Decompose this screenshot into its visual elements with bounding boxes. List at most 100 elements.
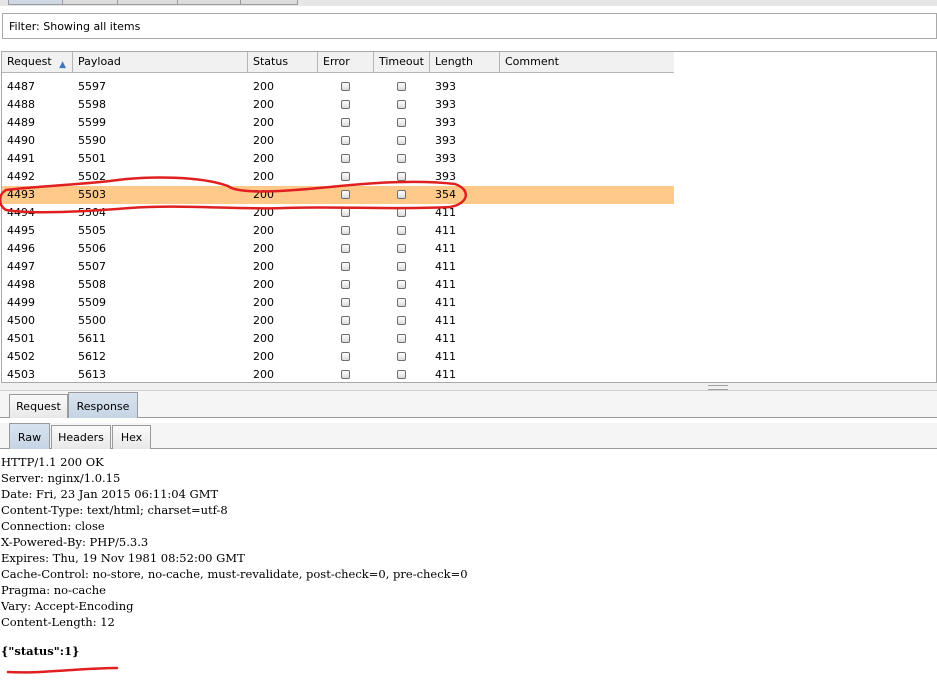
- error-checkbox[interactable]: [341, 370, 350, 379]
- timeout-checkbox[interactable]: [397, 208, 406, 217]
- cell-payload: 5613: [78, 368, 106, 381]
- cell-length: 411: [435, 368, 456, 381]
- response-line: Pragma: no-cache: [1, 583, 106, 597]
- error-checkbox[interactable]: [341, 316, 350, 325]
- timeout-checkbox[interactable]: [397, 100, 406, 109]
- table-row[interactable]: [2, 73, 674, 76]
- error-checkbox[interactable]: [341, 82, 350, 91]
- top-tab-4[interactable]: [177, 0, 241, 5]
- table-row[interactable]: 4492 5502 200 393: [2, 168, 674, 186]
- column-label: Timeout: [379, 55, 424, 68]
- tab-raw[interactable]: Raw: [9, 423, 50, 449]
- timeout-checkbox[interactable]: [397, 82, 406, 91]
- table-row[interactable]: 4503 5613 200 411: [2, 366, 674, 382]
- cell-request: 4489: [7, 116, 35, 129]
- tab-response[interactable]: Response: [68, 392, 138, 418]
- tab-hex[interactable]: Hex: [112, 425, 151, 449]
- error-checkbox[interactable]: [341, 298, 350, 307]
- column-header-status[interactable]: Status: [248, 52, 318, 72]
- table-row[interactable]: 4490 5590 200 393: [2, 132, 674, 150]
- timeout-checkbox[interactable]: [397, 298, 406, 307]
- table-row[interactable]: 4499 5509 200 411: [2, 294, 674, 312]
- timeout-checkbox[interactable]: [397, 172, 406, 181]
- table-row[interactable]: 4497 5507 200 411: [2, 258, 674, 276]
- table-row[interactable]: 4491 5501 200 393: [2, 150, 674, 168]
- tab-request[interactable]: Request: [9, 394, 68, 418]
- view-tabs: Raw Headers Hex: [0, 423, 937, 449]
- response-line: Connection: close: [1, 519, 105, 533]
- table-row[interactable]: 4487 5597 200 393: [2, 78, 674, 96]
- timeout-checkbox[interactable]: [397, 262, 406, 271]
- table-row-selected[interactable]: 4493 5503 200 354: [2, 186, 674, 204]
- timeout-checkbox[interactable]: [397, 334, 406, 343]
- table-row[interactable]: 4494 5504 200 411: [2, 204, 674, 222]
- cell-payload: 5501: [78, 152, 106, 165]
- top-tab-2[interactable]: [62, 0, 118, 5]
- error-checkbox[interactable]: [341, 262, 350, 271]
- timeout-checkbox[interactable]: [397, 244, 406, 253]
- table-row[interactable]: 4489 5599 200 393: [2, 114, 674, 132]
- error-checkbox[interactable]: [341, 208, 350, 217]
- error-checkbox[interactable]: [341, 136, 350, 145]
- table-empty-area: [674, 52, 936, 382]
- cell-length: 393: [435, 98, 456, 111]
- cell-payload: 5505: [78, 224, 106, 237]
- error-checkbox[interactable]: [341, 244, 350, 253]
- table-row[interactable]: 4501 5611 200 411: [2, 330, 674, 348]
- splitter-grip-icon[interactable]: [708, 385, 728, 390]
- error-checkbox[interactable]: [341, 172, 350, 181]
- cell-length: 393: [435, 170, 456, 183]
- top-tab-5[interactable]: [240, 0, 298, 5]
- pane-splitter[interactable]: [0, 383, 937, 391]
- column-header-comment[interactable]: Comment: [500, 52, 674, 72]
- timeout-checkbox[interactable]: [397, 190, 406, 199]
- cell-status: 200: [253, 224, 274, 237]
- column-header-request[interactable]: Request ▲: [2, 52, 73, 72]
- timeout-checkbox[interactable]: [397, 136, 406, 145]
- timeout-checkbox[interactable]: [397, 316, 406, 325]
- cell-status: 200: [253, 170, 274, 183]
- error-checkbox[interactable]: [341, 280, 350, 289]
- error-checkbox[interactable]: [341, 154, 350, 163]
- tab-label: Headers: [58, 431, 104, 444]
- timeout-checkbox[interactable]: [397, 352, 406, 361]
- error-checkbox[interactable]: [341, 226, 350, 235]
- cell-request: 4502: [7, 350, 35, 363]
- cell-payload: 5612: [78, 350, 106, 363]
- error-checkbox[interactable]: [341, 190, 350, 199]
- response-line: Content-Length: 12: [1, 615, 115, 629]
- tab-headers[interactable]: Headers: [51, 425, 111, 449]
- timeout-checkbox[interactable]: [397, 154, 406, 163]
- column-label: Status: [253, 55, 289, 68]
- filter-bar[interactable]: Filter: Showing all items: [2, 13, 937, 39]
- error-checkbox[interactable]: [341, 100, 350, 109]
- cell-status: 200: [253, 152, 274, 165]
- cell-payload: 5500: [78, 314, 106, 327]
- table-row[interactable]: 4500 5500 200 411: [2, 312, 674, 330]
- column-header-error[interactable]: Error: [318, 52, 374, 72]
- column-header-length[interactable]: Length: [430, 52, 500, 72]
- timeout-checkbox[interactable]: [397, 370, 406, 379]
- table-row[interactable]: 4498 5508 200 411: [2, 276, 674, 294]
- request-response-tabs: Request Response: [0, 391, 937, 418]
- top-tab-3[interactable]: [117, 0, 178, 5]
- table-row[interactable]: 4488 5598 200 393: [2, 96, 674, 114]
- column-header-timeout[interactable]: Timeout: [374, 52, 430, 72]
- top-tab-1[interactable]: [8, 0, 63, 5]
- cell-payload: 5598: [78, 98, 106, 111]
- table-row[interactable]: 4496 5506 200 411: [2, 240, 674, 258]
- column-header-payload[interactable]: Payload: [73, 52, 248, 72]
- timeout-checkbox[interactable]: [397, 226, 406, 235]
- error-checkbox[interactable]: [341, 118, 350, 127]
- error-checkbox[interactable]: [341, 352, 350, 361]
- error-checkbox[interactable]: [341, 334, 350, 343]
- cell-length: 393: [435, 152, 456, 165]
- response-raw-text[interactable]: HTTP/1.1 200 OK Server: nginx/1.0.15 Date:…: [1, 454, 931, 630]
- response-line: Cache-Control: no-store, no-cache, must-…: [1, 567, 468, 581]
- response-line: X-Powered-By: PHP/5.3.3: [1, 535, 149, 549]
- table-row[interactable]: 4495 5505 200 411: [2, 222, 674, 240]
- timeout-checkbox[interactable]: [397, 280, 406, 289]
- table-row[interactable]: 4502 5612 200 411: [2, 348, 674, 366]
- cell-payload: 5590: [78, 134, 106, 147]
- timeout-checkbox[interactable]: [397, 118, 406, 127]
